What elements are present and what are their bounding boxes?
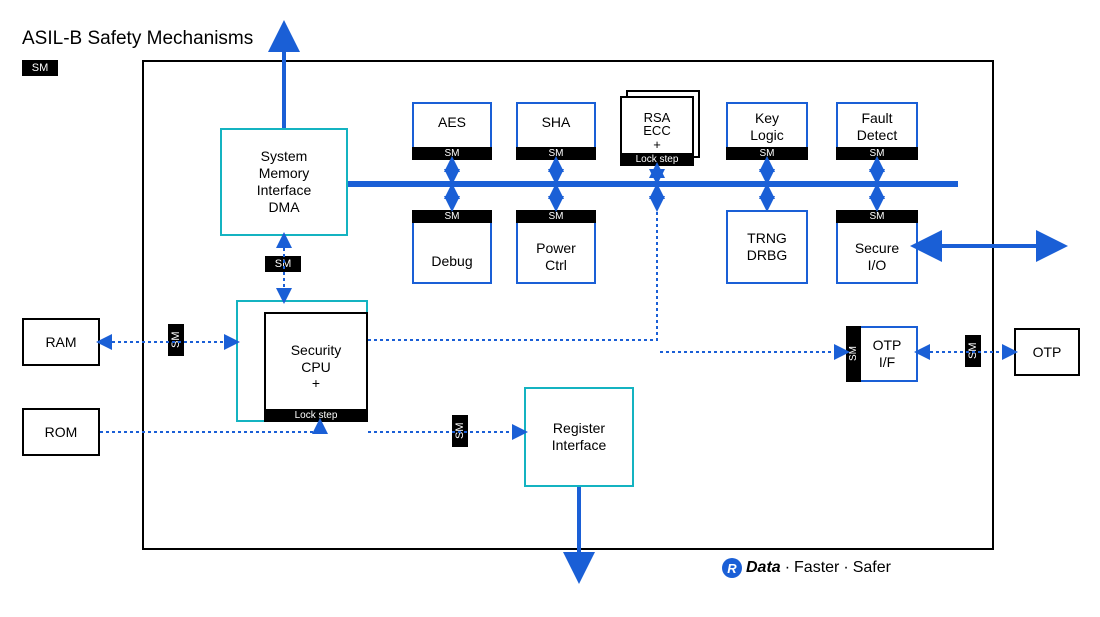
label-rsa-ecc: RSA ECC + bbox=[622, 107, 692, 156]
tagline-safer: Safer bbox=[853, 559, 891, 577]
block-sha: SHA SM bbox=[516, 102, 596, 160]
block-sys-mem: System Memory Interface DMA bbox=[220, 128, 348, 236]
sm-sha: SM bbox=[516, 147, 596, 160]
block-security-cpu-outer: Security CPU + Lock step bbox=[236, 300, 368, 422]
label-sha: SHA bbox=[518, 110, 594, 135]
lockstep-rsa: Lock step bbox=[620, 153, 694, 166]
tagline-faster: Faster bbox=[794, 559, 839, 577]
label-key-logic: Key Logic bbox=[728, 106, 806, 148]
sm-fault: SM bbox=[836, 147, 918, 160]
label-secure-io: Secure I/O bbox=[838, 236, 916, 278]
brand-logo-icon: R bbox=[722, 558, 742, 578]
page-title: ASIL-B Safety Mechanisms bbox=[22, 28, 253, 50]
label-power-ctrl: Power Ctrl bbox=[518, 236, 594, 278]
label-reg-if: Register Interface bbox=[526, 416, 632, 458]
block-rom: ROM bbox=[22, 408, 100, 456]
sm-otpif-otp: SM bbox=[965, 335, 981, 367]
sm-keylogic: SM bbox=[726, 147, 808, 160]
label-ram: RAM bbox=[24, 330, 98, 355]
block-reg-if: Register Interface bbox=[524, 387, 634, 487]
block-power-ctrl: SM Power Ctrl bbox=[516, 210, 596, 284]
sm-debug: SM bbox=[412, 210, 492, 223]
block-aes: AES SM bbox=[412, 102, 492, 160]
sm-aes: SM bbox=[412, 147, 492, 160]
sm-otp-if: SM bbox=[846, 326, 861, 382]
sm-power: SM bbox=[516, 210, 596, 223]
sm-cpu-regif: SM bbox=[452, 415, 468, 447]
dot1: · bbox=[785, 559, 790, 577]
sm-ram-cpu: SM bbox=[168, 324, 184, 356]
brand-tagline: R Data · Faster · Safer bbox=[722, 558, 891, 578]
block-otp: OTP bbox=[1014, 328, 1080, 376]
tagline-data: Data bbox=[746, 559, 781, 577]
sm-mem-cpu: SM bbox=[265, 256, 301, 272]
label-otp: OTP bbox=[1016, 340, 1078, 365]
sm-secureio: SM bbox=[836, 210, 918, 223]
block-secure-io: SM Secure I/O bbox=[836, 210, 918, 284]
label-security-cpu: Security CPU + bbox=[266, 338, 366, 396]
sm-legend-badge: SM bbox=[22, 60, 58, 76]
block-fault-detect: Fault Detect SM bbox=[836, 102, 918, 160]
label-aes: AES bbox=[414, 110, 490, 135]
block-key-logic: Key Logic SM bbox=[726, 102, 808, 160]
block-otp-if: SM OTP I/F bbox=[846, 326, 918, 382]
block-trng: TRNG DRBG bbox=[726, 210, 808, 284]
label-debug: Debug bbox=[414, 249, 490, 274]
lockstep-cpu: Lock step bbox=[264, 409, 368, 422]
label-fault-detect: Fault Detect bbox=[838, 106, 916, 148]
label-rom: ROM bbox=[24, 420, 98, 445]
dot2: · bbox=[843, 559, 848, 577]
block-debug: SM Debug bbox=[412, 210, 492, 284]
block-rsa-ecc: RSA ECC + Lock step bbox=[620, 96, 694, 166]
label-trng: TRNG DRBG bbox=[728, 226, 806, 268]
block-security-cpu: Security CPU + Lock step bbox=[264, 312, 368, 422]
block-ram: RAM bbox=[22, 318, 100, 366]
label-sys-mem: System Memory Interface DMA bbox=[222, 144, 346, 219]
